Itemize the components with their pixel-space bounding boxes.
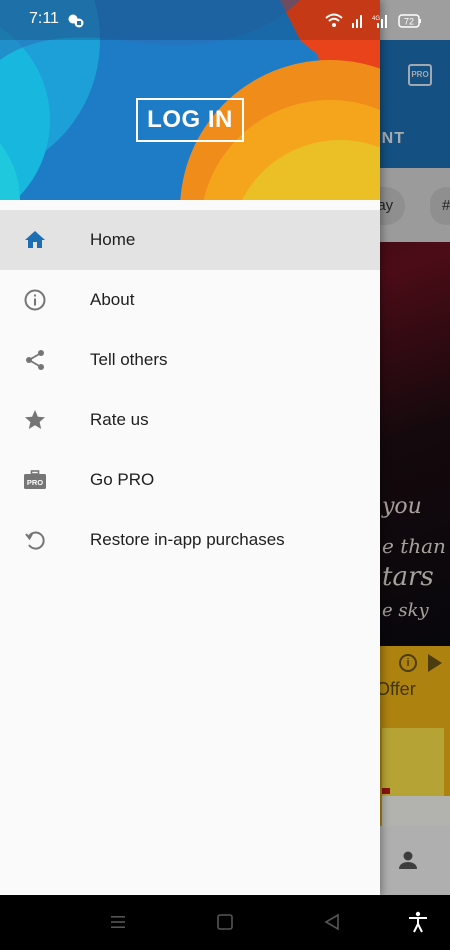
status-icons: 4G 72 <box>325 13 421 28</box>
star-icon <box>25 410 45 429</box>
drawer-menu: Home About Tell others Rate us PRO Go PR… <box>0 210 380 570</box>
pro-badge-text: PRO <box>27 478 43 487</box>
menu-icon[interactable] <box>107 911 129 933</box>
share-icon <box>26 350 44 370</box>
svg-text:72: 72 <box>404 17 414 27</box>
status-bar: 7:11 4G 72 <box>0 0 450 40</box>
navigation-drawer: LOG IN Home About Tell others Rate us PR… <box>0 0 380 895</box>
signal-icon-1 <box>352 15 362 28</box>
menu-item-label: Restore in-app purchases <box>90 530 285 549</box>
wifi-icon <box>325 13 343 27</box>
login-button[interactable]: LOG IN <box>136 98 244 142</box>
menu-item-restore-purchases[interactable]: Restore in-app purchases <box>0 510 380 570</box>
home-icon <box>25 231 45 248</box>
menu-item-label: Rate us <box>90 410 149 429</box>
menu-item-go-pro[interactable]: PRO Go PRO <box>0 450 380 510</box>
system-navigation-bar <box>0 895 450 950</box>
battery-icon: 72 <box>398 14 421 28</box>
menu-item-tell-others[interactable]: Tell others <box>0 330 380 390</box>
menu-item-rate-us[interactable]: Rate us <box>0 390 380 450</box>
notification-app-icon <box>68 14 84 28</box>
menu-item-label: About <box>90 290 135 309</box>
pro-briefcase-icon: PRO <box>24 470 46 489</box>
restore-icon <box>25 531 45 550</box>
menu-item-label: Home <box>90 230 136 249</box>
menu-item-about[interactable]: About <box>0 270 380 330</box>
back-icon[interactable] <box>321 911 343 933</box>
svg-text:4G: 4G <box>372 16 380 22</box>
status-time: 7:11 <box>29 10 59 27</box>
menu-item-label: Tell others <box>90 350 168 369</box>
menu-item-label: Go PRO <box>90 470 155 489</box>
menu-item-home[interactable]: Home <box>0 210 380 270</box>
info-icon <box>24 289 46 311</box>
signal-icon-2: 4G <box>372 15 387 28</box>
accessibility-icon[interactable] <box>407 911 429 933</box>
home-square-icon[interactable] <box>214 911 236 933</box>
